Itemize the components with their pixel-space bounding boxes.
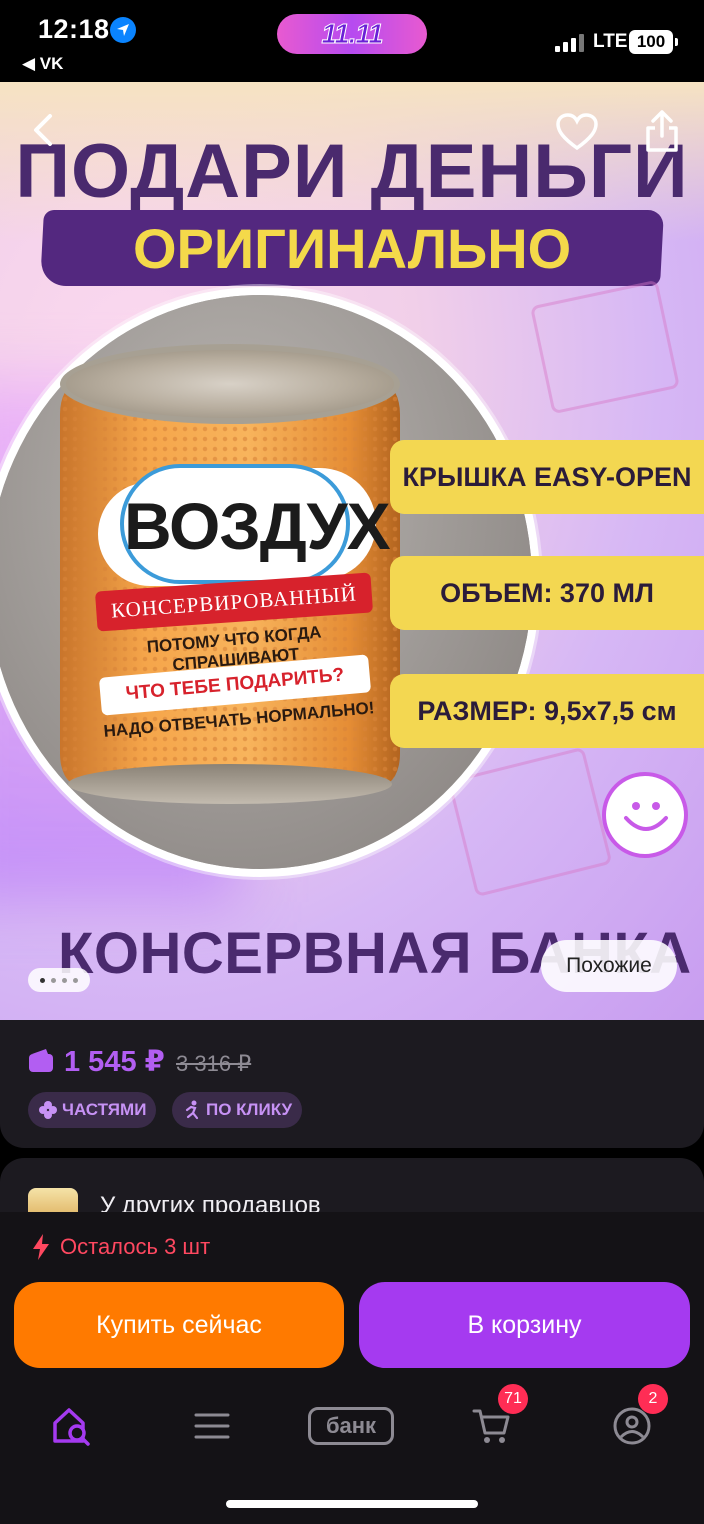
can-lid [60, 344, 400, 424]
buy-now-button[interactable]: Купить сейчас [14, 1282, 344, 1368]
current-price: 1 545 ₽ [64, 1046, 165, 1078]
product-can: ВОЗДУХ КОНСЕРВИРОВАННЫЙ ПОТОМУ ЧТО КОГДА… [60, 344, 400, 804]
menu-icon [194, 1413, 230, 1439]
clover-icon [39, 1101, 57, 1119]
add-to-cart-button[interactable]: В корзину [359, 1282, 690, 1368]
one-click-label: ПО КЛИКУ [206, 1100, 293, 1119]
stock-text: Осталось 3 шт [60, 1234, 211, 1259]
clock: 12:18 [38, 14, 110, 44]
home-search-icon [53, 1408, 90, 1446]
tab-cart[interactable]: 71 [462, 1384, 528, 1456]
battery-icon: 100 [629, 30, 678, 54]
pagination-dot [40, 977, 45, 983]
pagination-dot [51, 977, 56, 983]
one-click-chip[interactable]: ПО КЛИКУ [172, 1092, 303, 1128]
similar-button[interactable]: Похожие [541, 940, 677, 992]
feature-size: РАЗМЕР: 9,5х7,5 см [390, 674, 704, 748]
feature-volume: ОБЪЕМ: 370 МЛ [390, 556, 704, 630]
can-name: ВОЗДУХ [124, 489, 391, 563]
banner-subtitle: ОРИГИНАЛЬНО [132, 216, 572, 280]
tab-bank[interactable]: банк [308, 1396, 394, 1456]
gift-box-icon [529, 279, 681, 415]
old-price: 3 316 ₽ [176, 1051, 252, 1076]
product-image-carousel[interactable]: ПОДАРИ ДЕНЬГИ ОРИГИНАЛЬНО ВОЗДУХ КОНСЕРВ… [0, 82, 704, 1020]
tab-home[interactable] [42, 1396, 102, 1456]
status-bar: 12:18 ◀ VK 11.11 LTE 100 [0, 0, 704, 82]
share-icon[interactable] [642, 108, 682, 154]
signal-icon [555, 34, 584, 52]
price-card: 1 545 ₽ 3 316 ₽ ЧАСТЯМИ ПО КЛИКУ [0, 1020, 704, 1148]
lightning-icon [33, 1234, 49, 1260]
back-arrow-icon[interactable] [24, 110, 64, 150]
smile-icon [602, 772, 688, 858]
installments-label: ЧАСТЯМИ [62, 1100, 147, 1119]
home-indicator[interactable] [226, 1500, 478, 1508]
carousel-pagination[interactable] [28, 968, 90, 992]
favorite-heart-icon[interactable] [555, 112, 599, 152]
profile-badge: 2 [638, 1384, 668, 1414]
stock-warning: Осталось 3 шт [32, 1234, 210, 1260]
bottom-panel: Осталось 3 шт Купить сейчас В корзину ба… [0, 1212, 704, 1524]
bank-icon: банк [308, 1407, 394, 1445]
location-arrow-icon [110, 17, 136, 43]
bank-label: банк [325, 1413, 377, 1438]
installments-chip[interactable]: ЧАСТЯМИ [28, 1092, 157, 1128]
pagination-dot [73, 977, 78, 983]
network-type: LTE [593, 31, 628, 52]
tab-catalog[interactable] [182, 1396, 242, 1456]
pagination-dot [62, 977, 67, 983]
back-to-app-link[interactable]: ◀ VK [22, 54, 63, 74]
battery-level: 100 [636, 32, 666, 51]
wallet-icon [29, 1049, 53, 1072]
cart-badge: 71 [498, 1384, 528, 1414]
promo-badge[interactable]: 11.11 [277, 14, 427, 54]
feature-easy-open: КРЫШКА EASY-OPEN [390, 440, 704, 514]
banner-subtitle-ribbon: ОРИГИНАЛЬНО [40, 210, 664, 286]
promo-label: 11.11 [321, 18, 384, 50]
running-icon [185, 1100, 199, 1120]
tab-profile[interactable]: 2 [602, 1384, 668, 1456]
can-cloud-label: ВОЗДУХ [120, 464, 391, 584]
